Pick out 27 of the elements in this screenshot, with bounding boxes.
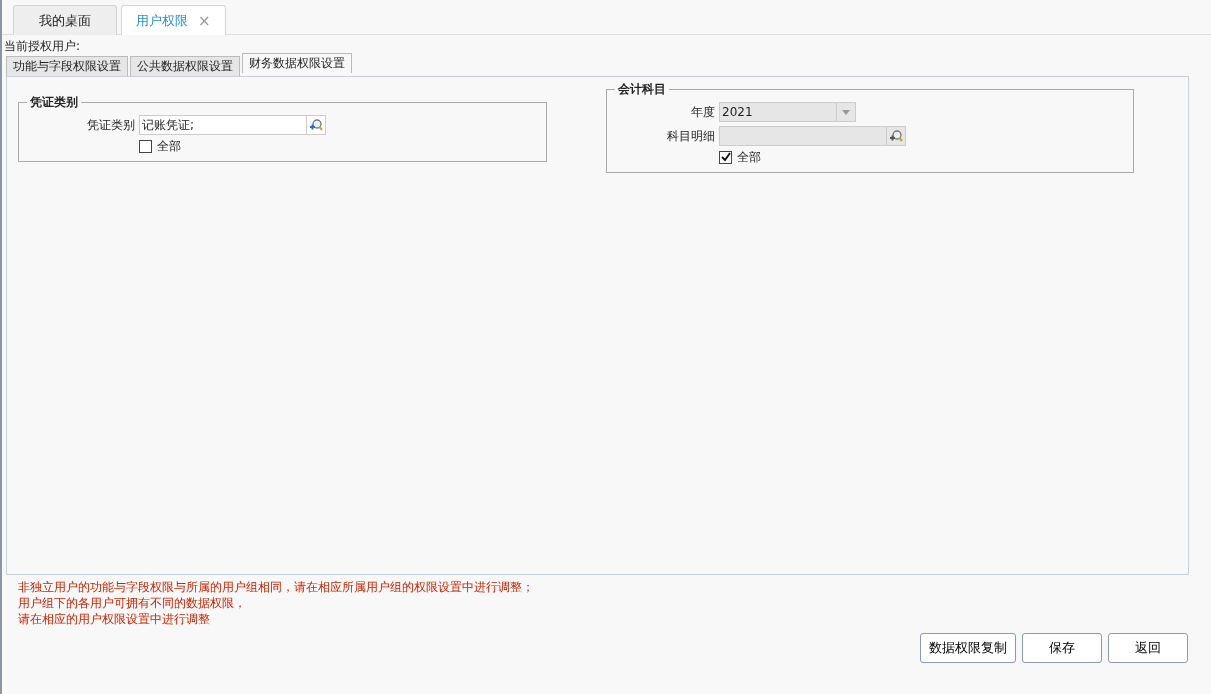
group-title: 会计科目	[617, 81, 667, 98]
field-label: 年度	[690, 103, 716, 121]
input-field[interactable]: 记账凭证;	[139, 115, 326, 135]
notice-text: 用户组下的各用户可拥有不同的数据权限，	[18, 595, 247, 611]
notice-text: 请在相应的用户权限设置中进行调整	[18, 611, 211, 627]
tab[interactable]: 财务数据权限设置	[242, 53, 352, 73]
checkbox-label: 全部	[737, 148, 761, 166]
field-label: 凭证类别	[86, 116, 136, 134]
group-title: 凭证类别	[29, 94, 79, 111]
field-label: 科目明细	[666, 127, 716, 145]
checkbox[interactable]	[139, 139, 152, 153]
search-icon	[309, 118, 323, 132]
tab[interactable]: 公共数据权限设置	[130, 56, 240, 76]
year-dropdown[interactable]: 2021	[719, 102, 856, 122]
tab[interactable]: 功能与字段权限设置	[6, 56, 128, 76]
action-button[interactable]: 保存	[1022, 633, 1102, 663]
checkbox[interactable]	[719, 150, 732, 164]
action-button[interactable]: 返回	[1108, 633, 1188, 663]
input-field[interactable]	[719, 126, 906, 146]
tab[interactable]: 用户权限 ×	[121, 5, 226, 35]
caret-icon	[842, 109, 850, 115]
current-user-label: 当前授权用户:	[4, 39, 81, 53]
notice-text: 非独立用户的功能与字段权限与所属的用户组相同，请在相应所属用户组的权限设置中进行调整；	[18, 579, 535, 595]
checkbox-label: 全部	[157, 137, 181, 155]
action-button[interactable]: 数据权限复制	[920, 633, 1016, 663]
search-icon	[889, 129, 903, 143]
tab[interactable]: 我的桌面	[13, 5, 117, 35]
